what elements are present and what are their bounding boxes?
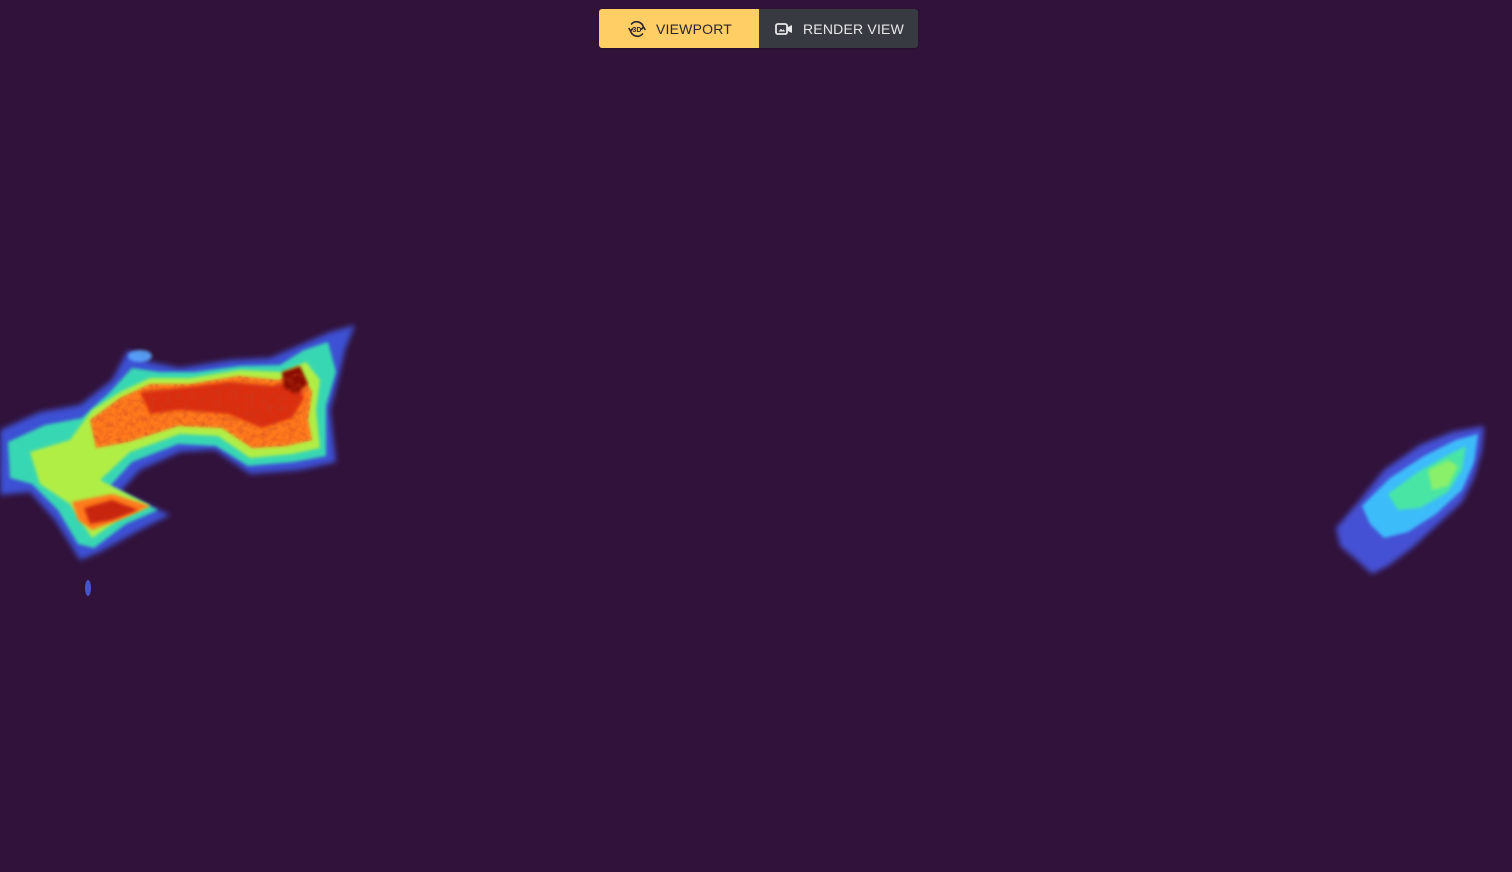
view-mode-toggle: 3D VIEWPORT RENDER VIEW: [599, 9, 918, 48]
left-object-cluster: [0, 325, 355, 596]
heatmap-point-cloud: [0, 325, 1484, 596]
3d-rotate-icon: 3D: [626, 18, 648, 40]
video-camera-icon: [773, 18, 795, 40]
render-view-button[interactable]: RENDER VIEW: [759, 9, 918, 48]
svg-text:3D: 3D: [632, 26, 641, 33]
3d-viewport[interactable]: 3D VIEWPORT RENDER VIEW: [0, 0, 1512, 872]
viewport-button-label: VIEWPORT: [655, 20, 733, 37]
viewport-button[interactable]: 3D VIEWPORT: [599, 9, 759, 48]
render-view-button-label: RENDER VIEW: [803, 20, 904, 37]
right-object-cluster: [1336, 426, 1484, 574]
